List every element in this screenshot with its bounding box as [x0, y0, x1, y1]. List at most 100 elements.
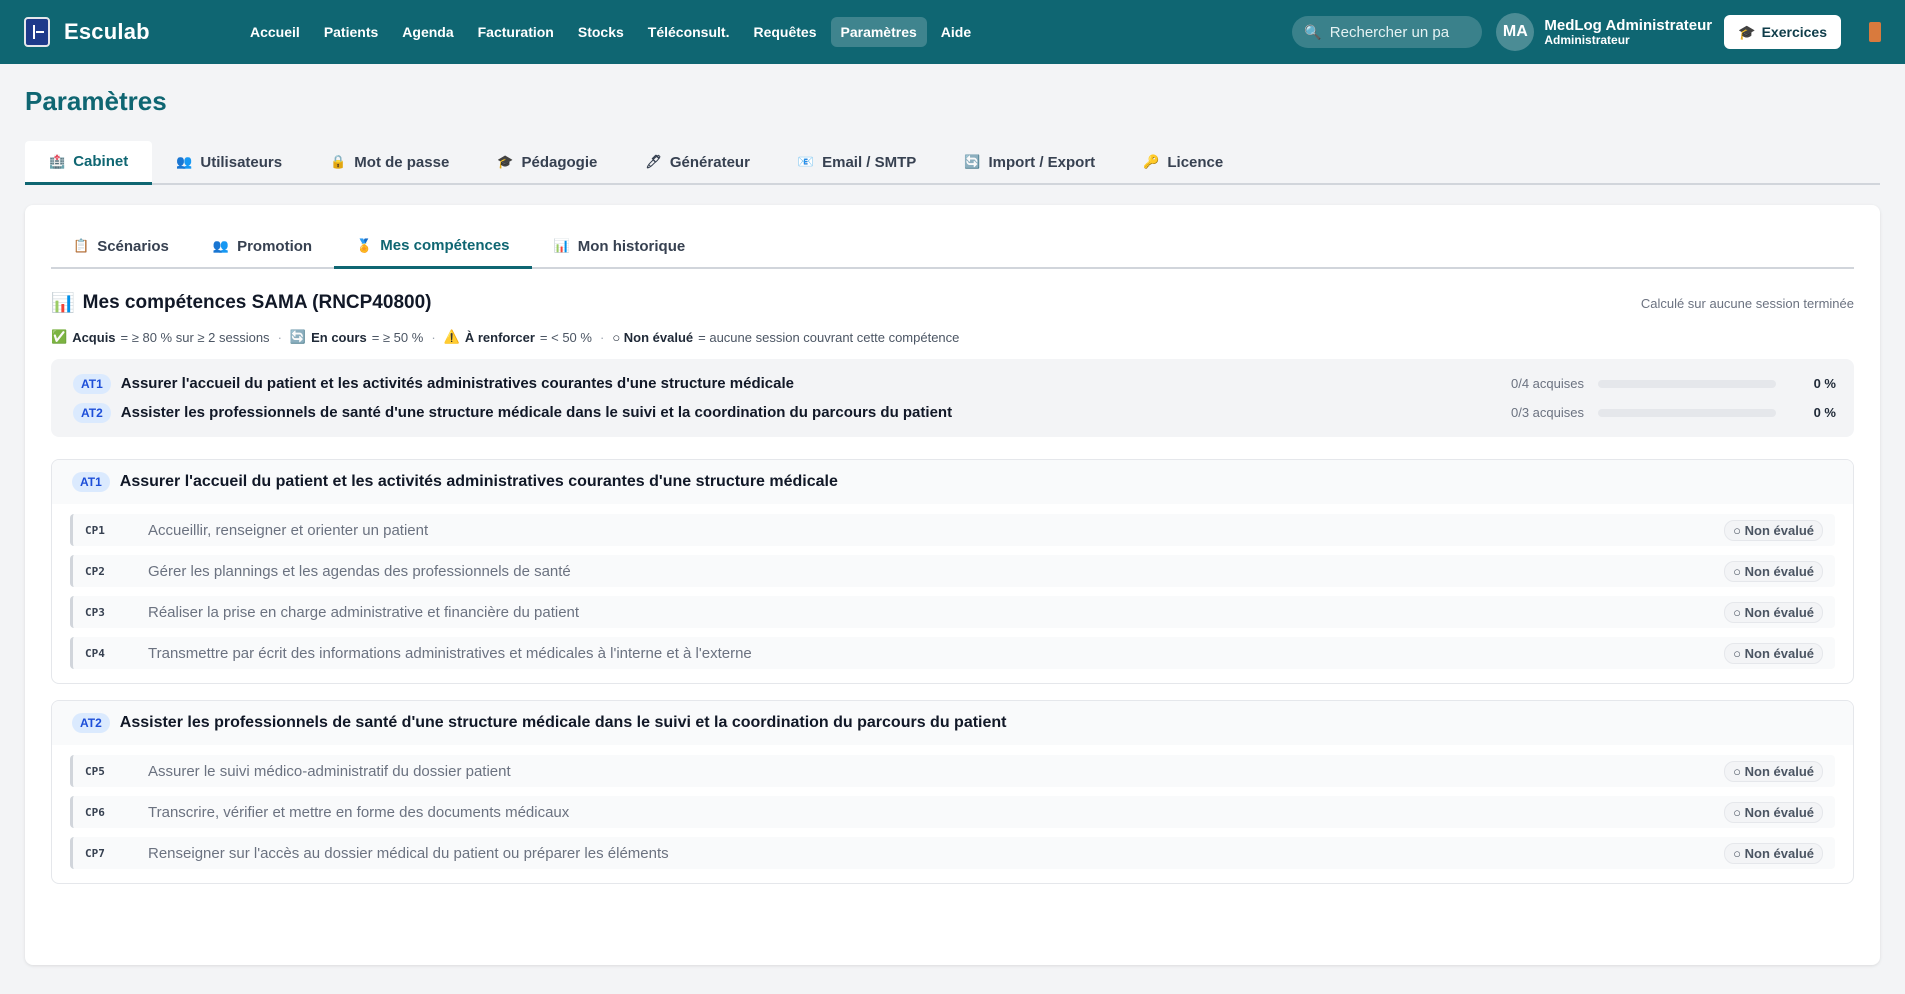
progress-bar	[1598, 408, 1776, 417]
subtab-promotion[interactable]: 👥 Promotion	[191, 225, 334, 267]
subtab-mon-historique[interactable]: 📊 Mon historique	[532, 225, 708, 267]
separator: ·	[277, 329, 282, 345]
sync-icon: 🔄	[964, 154, 981, 169]
nav-agenda[interactable]: Agenda	[392, 17, 463, 47]
tab-licence[interactable]: 🔑 Licence	[1119, 141, 1247, 183]
tab-label: Mot de passe	[354, 153, 450, 171]
main-content: Paramètres 🏥 Cabinet 👥 Utilisateurs 🔒 Mot d…	[0, 64, 1905, 965]
user-name: MedLog Administrateur	[1544, 16, 1713, 34]
key-icon: 🔑	[1143, 154, 1160, 169]
competence-summary: AT1 Assurer l'accueil du patient et les …	[51, 359, 1854, 437]
nav-teleconsult[interactable]: Téléconsult.	[638, 17, 740, 47]
tab-cabinet[interactable]: 🏥 Cabinet	[25, 141, 153, 185]
summary-row: AT1 Assurer l'accueil du patient et les …	[73, 369, 1836, 398]
cp-label: Assurer le suivi médico-administratif du…	[148, 762, 511, 780]
logout-door-icon[interactable]	[1869, 22, 1881, 42]
at-badge: AT2	[73, 402, 111, 423]
nav-stocks[interactable]: Stocks	[568, 17, 634, 47]
search-input[interactable]	[1329, 23, 1460, 41]
tab-mot-de-passe[interactable]: 🔒 Mot de passe	[306, 141, 473, 183]
summary-label: Assister les professionnels de santé d'u…	[120, 404, 953, 421]
email-icon: 📧	[797, 154, 815, 169]
check-icon: ✅	[51, 329, 68, 344]
legend-nonevalue-label: ○ Non évalué	[612, 329, 694, 345]
cp-code: CP7	[85, 846, 105, 860]
search-icon: 🔍	[1304, 23, 1322, 40]
tab-email-smtp[interactable]: 📧 Email / SMTP	[774, 141, 940, 183]
list-item: CP6 Transcrire, vérifier et mettre en fo…	[70, 796, 1835, 828]
main-nav: Accueil Patients Agenda Facturation Stoc…	[240, 17, 981, 47]
subtab-scenarios[interactable]: 📋 Scénarios	[51, 225, 191, 267]
medal-icon: 🏅	[356, 237, 373, 253]
subtab-label: Scénarios	[97, 237, 169, 255]
avatar: MA	[1496, 13, 1535, 51]
legend-renforcer-desc: = < 50 %	[539, 329, 592, 345]
user-role: Administrateur	[1544, 32, 1630, 47]
group-header: AT2 Assister les professionnels de santé…	[52, 701, 1853, 745]
users-icon: 👥	[212, 238, 230, 253]
building-icon: 🏥	[49, 153, 66, 169]
subtab-mes-competences[interactable]: 🏅 Mes compétences	[334, 225, 532, 269]
separator: ·	[599, 329, 605, 345]
legend-renforcer-label: À renforcer	[464, 329, 535, 345]
exercices-button[interactable]: 🎓 Exercices	[1724, 15, 1841, 49]
status-legend: ✅ Acquis = ≥ 80 % sur ≥ 2 sessions · 🔄 En c…	[51, 329, 1854, 345]
status-badge: ○ Non évalué	[1724, 760, 1823, 782]
at-badge: AT1	[72, 472, 110, 492]
summary-percent: 0 %	[1813, 405, 1836, 420]
group-title: Assister les professionnels de santé d'u…	[119, 714, 1007, 731]
list-item: CP4 Transmettre par écrit des informatio…	[70, 637, 1835, 669]
separator: ·	[431, 329, 436, 345]
settings-tabs: 🏥 Cabinet 👥 Utilisateurs 🔒 Mot de passe 🎓 Pé…	[25, 141, 1880, 185]
cp-code: CP1	[85, 523, 105, 537]
logo[interactable]: Esculab	[24, 17, 240, 47]
progress-bar	[1598, 379, 1776, 388]
list-item: CP3 Réaliser la prise en charge administ…	[70, 596, 1835, 628]
subtab-label: Mon historique	[577, 237, 686, 255]
nav-parametres[interactable]: Paramètres	[830, 17, 927, 47]
nav-patients[interactable]: Patients	[314, 17, 388, 47]
nav-accueil[interactable]: Accueil	[240, 17, 310, 47]
legend-encours-label: En cours	[311, 329, 367, 345]
nav-facturation[interactable]: Facturation	[468, 17, 564, 47]
status-badge: ○ Non évalué	[1724, 601, 1823, 623]
list-item: CP7 Renseigner sur l'accès au dossier mé…	[70, 837, 1835, 869]
sync-icon: 🔄	[289, 329, 307, 344]
cp-label: Transmettre par écrit des informations a…	[148, 644, 752, 662]
tab-label: Email / SMTP	[822, 153, 917, 171]
list-item: CP5 Assurer le suivi médico-administrati…	[70, 755, 1835, 787]
group-body: CP1 Accueillir, renseigner et orienter u…	[52, 504, 1853, 683]
tab-label: Utilisateurs	[200, 153, 283, 171]
at-badge: AT1	[73, 373, 111, 394]
cp-label: Renseigner sur l'accès au dossier médica…	[148, 844, 669, 862]
nav-aide[interactable]: Aide	[931, 17, 981, 47]
graduation-cap-icon: 🎓	[1738, 23, 1756, 40]
status-badge: ○ Non évalué	[1724, 560, 1823, 582]
cp-code: CP3	[85, 605, 105, 619]
status-badge: ○ Non évalué	[1724, 842, 1823, 864]
summary-percent: 0 %	[1813, 376, 1836, 391]
list-item: CP2 Gérer les plannings et les agendas d…	[70, 555, 1835, 587]
summary-row: AT2 Assister les professionnels de santé…	[73, 398, 1836, 427]
tab-pedagogie[interactable]: 🎓 Pédagogie	[473, 141, 621, 183]
legend-non-evalue: ○ Non évalué = aucune session couvrant ce…	[612, 330, 959, 345]
nav-requetes[interactable]: Requêtes	[743, 17, 826, 47]
competence-group-at2: AT2 Assister les professionnels de santé…	[51, 700, 1854, 884]
legend-en-cours: 🔄 En cours = ≥ 50 %	[290, 329, 423, 345]
cp-code: CP5	[85, 764, 105, 778]
tab-import-export[interactable]: 🔄 Import / Export	[940, 141, 1119, 183]
tab-utilisateurs[interactable]: 👥 Utilisateurs	[152, 141, 306, 183]
lock-icon: 🔒	[330, 154, 347, 169]
cp-code: CP6	[85, 805, 105, 819]
tab-generateur[interactable]: 🖊 Générateur	[621, 141, 774, 183]
tab-label: Import / Export	[988, 153, 1096, 171]
exercices-label: Exercices	[1761, 24, 1827, 40]
list-item: CP1 Accueillir, renseigner et orienter u…	[70, 514, 1835, 546]
esculab-logo-icon	[24, 17, 50, 47]
at-badge: AT2	[72, 713, 110, 733]
user-menu[interactable]: MA MedLog Administrateur Administrateur	[1496, 13, 1712, 51]
cp-code: CP2	[85, 564, 105, 578]
competences-header: 📊 Mes compétences SAMA (RNCP40800) Calcu…	[51, 291, 1854, 315]
subtab-label: Promotion	[237, 237, 313, 255]
cp-label: Transcrire, vérifier et mettre en forme …	[148, 803, 570, 821]
